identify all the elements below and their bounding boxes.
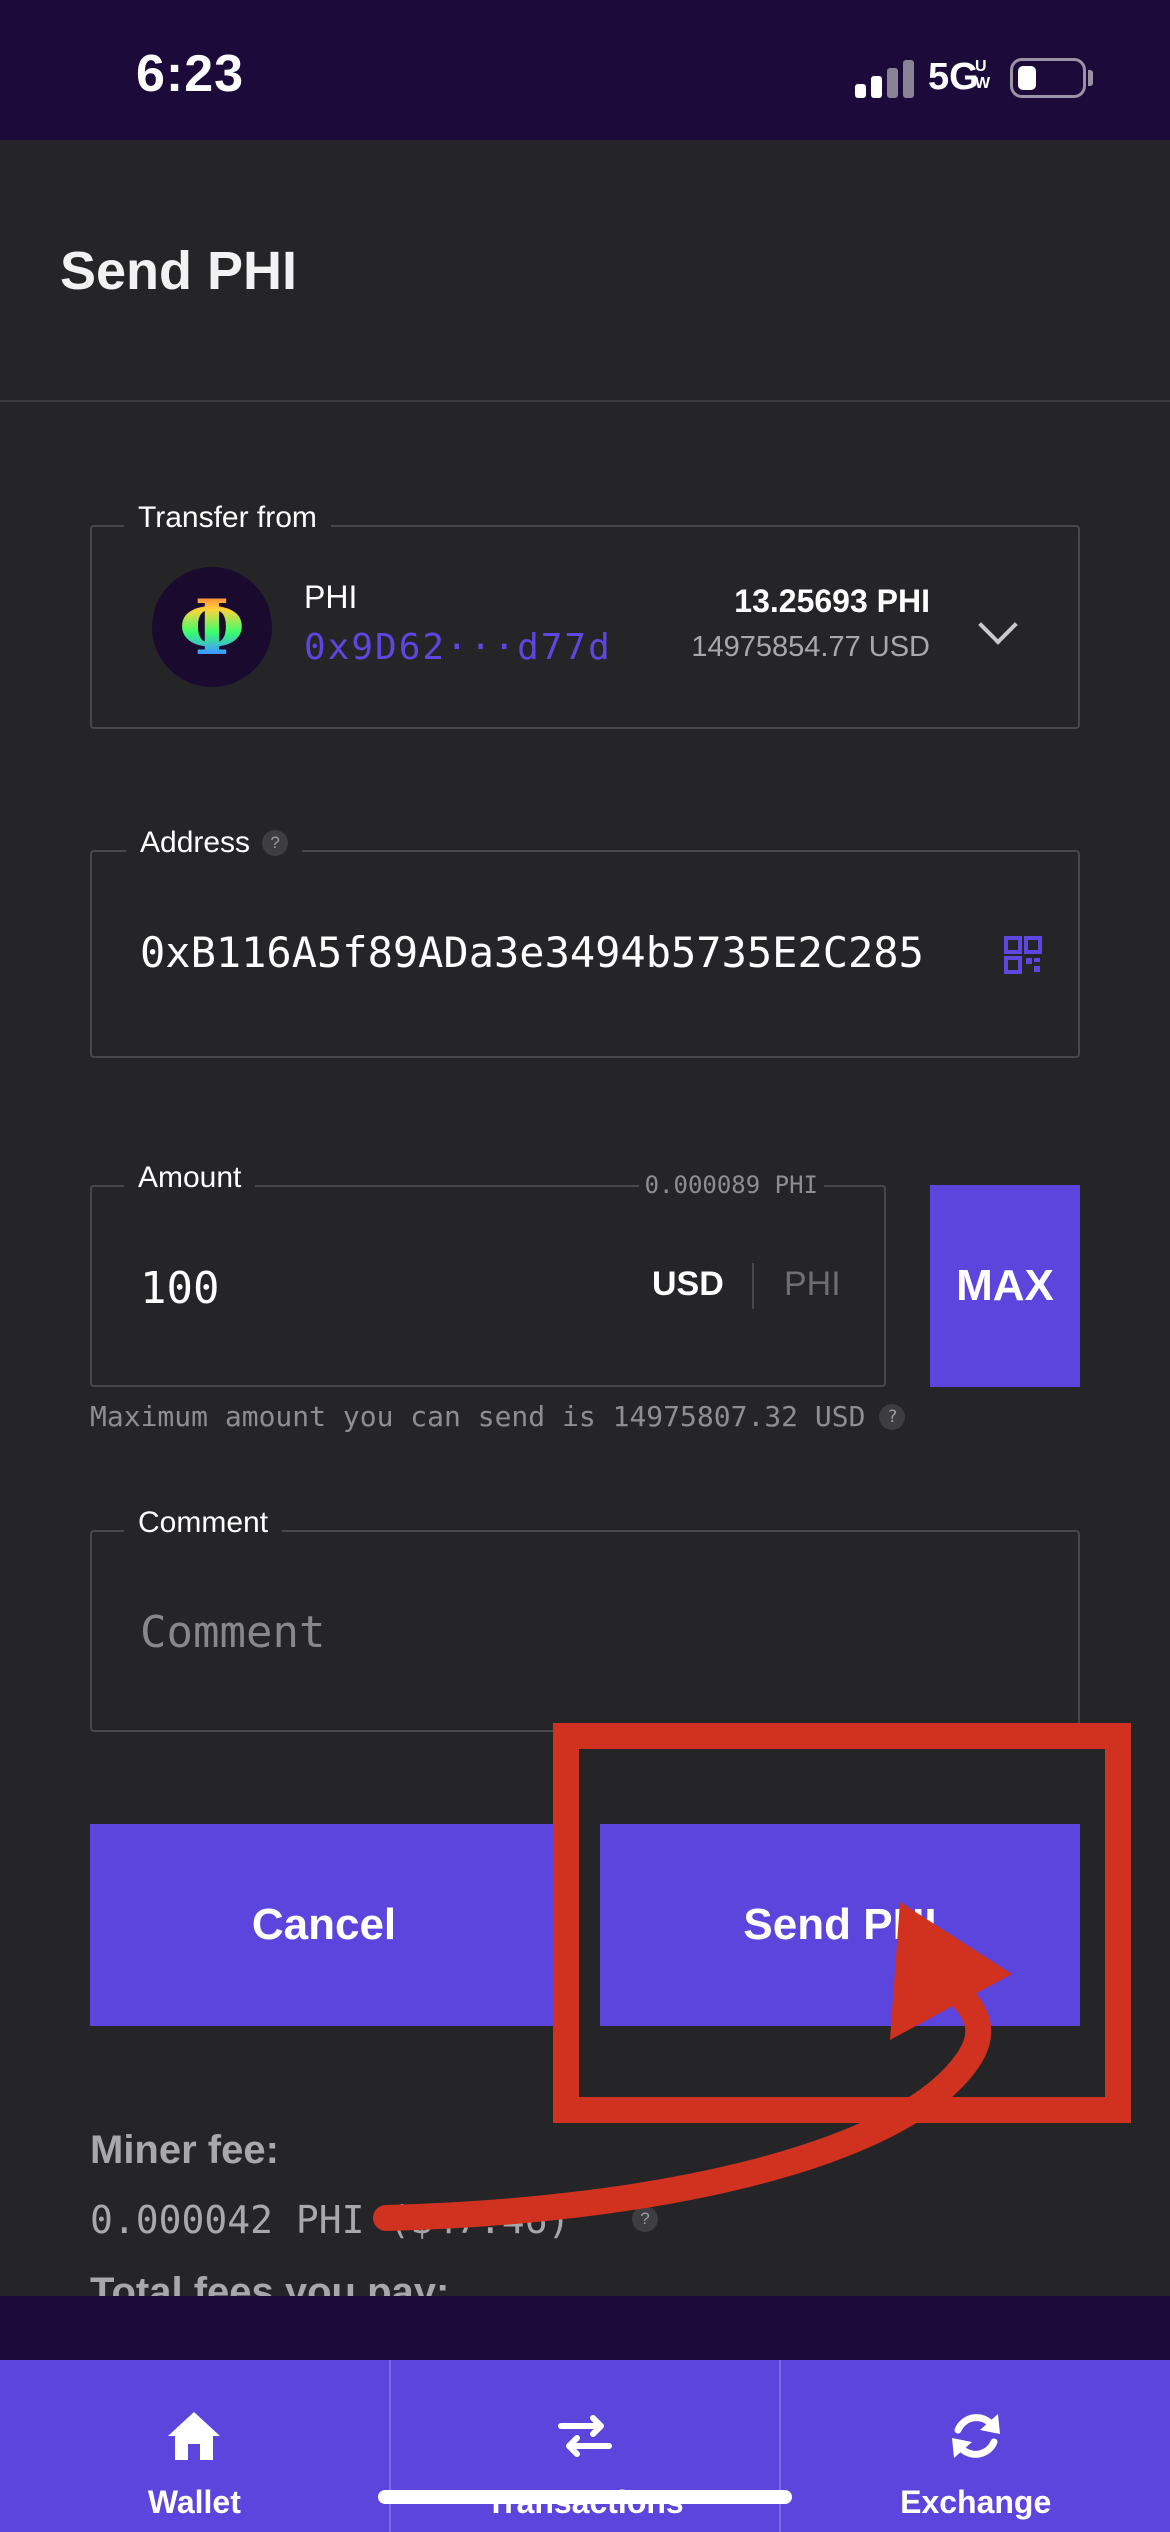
page-title: Send PHI (60, 241, 298, 301)
transfer-arrows-icon (558, 2415, 612, 2457)
wallet-address: 0x9D62···d77d (304, 627, 612, 668)
max-amount-text: Maximum amount you can send is 14975807.… (90, 1400, 866, 1433)
amount-field[interactable]: Amount 0.000089 PHI 100 USD PHI (90, 1161, 886, 1387)
header-divider (0, 400, 1170, 402)
max-amount-help-icon[interactable]: ? (879, 1403, 906, 1430)
miner-fee-value: 0.000042 PHI ($47.46) (90, 2198, 571, 2242)
currency-divider (752, 1263, 754, 1309)
nav-exchange[interactable]: Exchange (779, 2360, 1170, 2532)
amount-input[interactable]: 100 (140, 1263, 219, 1314)
phi-logo-icon: Φ (152, 567, 272, 687)
network-sub-label: UW (975, 58, 991, 92)
network-label: 5G (928, 56, 979, 98)
qr-code-icon[interactable] (1004, 936, 1042, 974)
nav-transactions[interactable]: Transactions (388, 2360, 780, 2532)
comment-input[interactable] (140, 1602, 1020, 1662)
nav-exchange-label: Exchange (900, 2484, 1052, 2520)
max-amount-note: Maximum amount you can send is 14975807.… (90, 1400, 906, 1433)
content-fade (0, 2296, 1170, 2360)
address-input[interactable]: 0xB116A5f89ADa3e3494b5735E2C285 (140, 928, 950, 977)
status-bar: 6:23 5G UW (0, 0, 1170, 140)
chevron-down-icon[interactable] (978, 605, 1018, 645)
battery-icon (1010, 58, 1086, 98)
comment-legend: Comment (124, 1506, 283, 1540)
address-help-icon[interactable]: ? (262, 830, 289, 856)
amount-converted: 0.000089 PHI (638, 1171, 824, 1199)
nav-wallet[interactable]: Wallet (0, 2360, 389, 2532)
annotation-arrow (373, 1982, 992, 2231)
address-field[interactable]: Address ? 0xB116A5f89ADa3e3494b5735E2C28… (90, 826, 1080, 1058)
send-button[interactable]: Send PHI (600, 1824, 1080, 2026)
nav-wallet-label: Wallet (147, 2484, 241, 2520)
home-icon (168, 2412, 221, 2460)
max-button[interactable]: MAX (930, 1185, 1080, 1387)
status-time: 6:23 (136, 45, 245, 103)
wallet-name: PHI (304, 579, 358, 615)
transfer-from-select[interactable]: Transfer from Φ PHI 0x9D62···d77d 13.256… (90, 501, 1080, 729)
address-legend: Address ? (126, 826, 303, 860)
currency-phi-toggle[interactable]: PHI (784, 1265, 841, 1304)
home-indicator[interactable] (378, 2490, 792, 2504)
bottom-nav: Wallet Transactions Exchange (0, 2360, 1170, 2532)
signal-strength-icon (855, 58, 915, 98)
currency-usd-toggle[interactable]: USD (652, 1265, 724, 1304)
comment-field[interactable]: Comment (90, 1506, 1080, 1732)
wallet-balance: 13.25693 PHI (734, 583, 930, 619)
battery-tip (1088, 70, 1093, 86)
refresh-icon (951, 2414, 1000, 2458)
amount-legend: Amount (124, 1161, 256, 1195)
wallet-balance-usd: 14975854.77 USD (691, 631, 930, 663)
miner-fee-title: Miner fee: (90, 2128, 279, 2172)
transfer-from-legend: Transfer from (124, 501, 331, 535)
address-legend-label: Address (140, 826, 251, 859)
miner-fee-help-icon[interactable]: ? (632, 2206, 658, 2232)
cancel-button[interactable]: Cancel (90, 1824, 558, 2026)
